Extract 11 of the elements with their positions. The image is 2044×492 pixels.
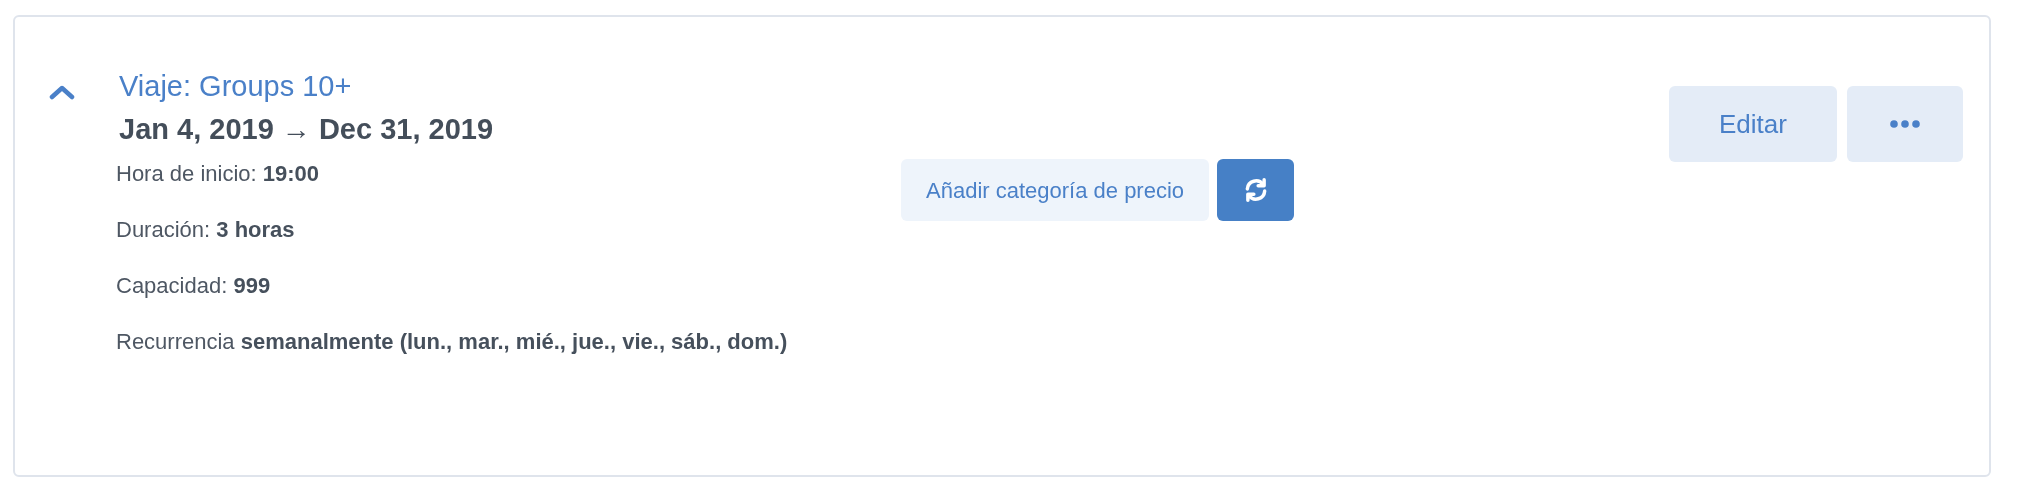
- trip-title: Viaje: Groups 10+: [119, 69, 353, 104]
- detail-text: Capacidad: 999: [116, 272, 272, 300]
- add-price-category-button[interactable]: Añadir categoría de precio: [901, 159, 1210, 221]
- edit-button[interactable]: Editar: [1669, 86, 1837, 162]
- detail-text: Hora de inicio: 19:00: [116, 160, 321, 188]
- detail-text: Recurrencia semanalmente (lun., mar., mié., jue., vie., sáb., dom.): [116, 328, 789, 356]
- chevron-icon: [49, 84, 75, 100]
- detail-text: Duración: 3 horas: [116, 216, 296, 244]
- refresh-button[interactable]: [1217, 159, 1295, 221]
- date-range: Jan 4, 2019 → Dec 31, 2019: [119, 112, 495, 147]
- more-icon: [1890, 120, 1920, 128]
